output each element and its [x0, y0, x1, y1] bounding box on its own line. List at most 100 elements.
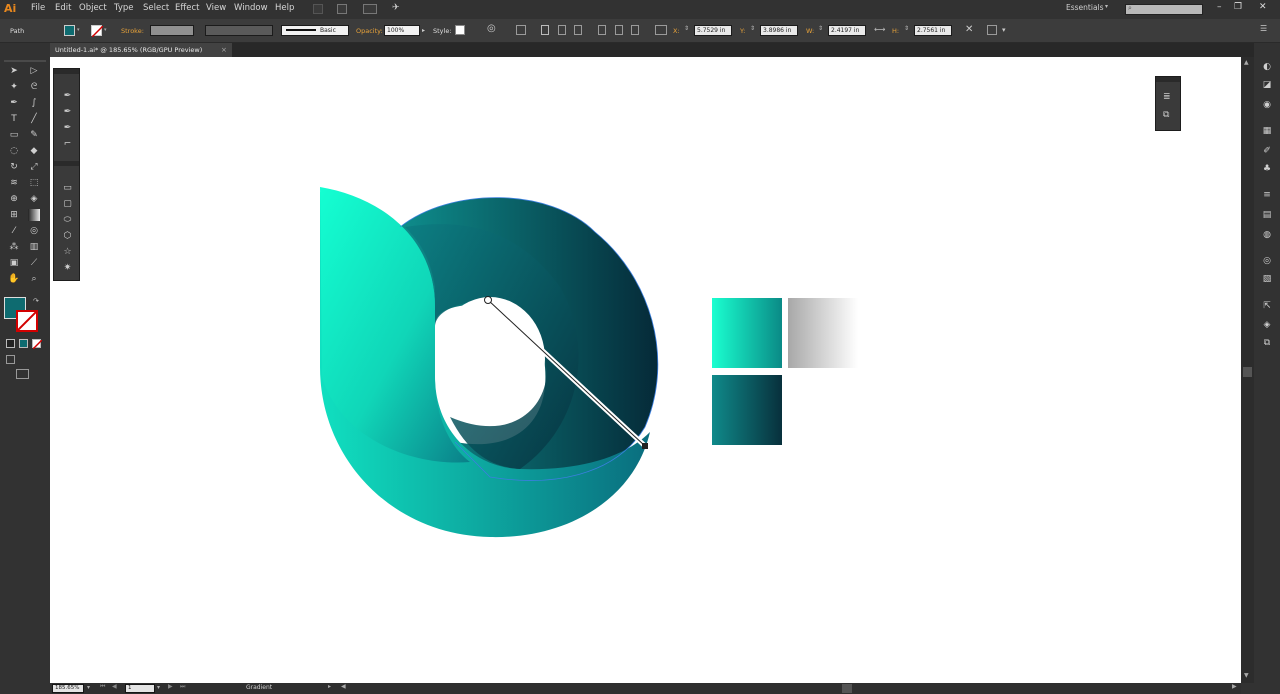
- magic-wand-icon[interactable]: ✦: [8, 81, 20, 93]
- stroke-color-swatch[interactable]: [16, 310, 38, 332]
- shaper-icon[interactable]: ◌: [8, 145, 20, 157]
- pen-icon[interactable]: ✒: [8, 97, 20, 109]
- workspace-switcher[interactable]: Essentials: [1066, 3, 1104, 12]
- stroke-swatch[interactable]: [91, 25, 103, 37]
- opacity-label[interactable]: Opacity:: [356, 27, 383, 35]
- slice-icon[interactable]: ⟋: [28, 257, 40, 269]
- none-mode-icon[interactable]: [32, 339, 42, 349]
- stock-icon[interactable]: [337, 4, 347, 14]
- libraries-icon[interactable]: ▦: [1261, 125, 1273, 137]
- paintbrush-icon[interactable]: ✎: [28, 129, 40, 141]
- menu-object[interactable]: Object: [79, 3, 107, 13]
- scroll-left-icon[interactable]: ◀: [341, 683, 346, 690]
- appearance-icon[interactable]: ◐: [1261, 61, 1273, 73]
- flyout-header[interactable]: [54, 161, 79, 166]
- zoom-icon[interactable]: ⌕: [28, 273, 40, 285]
- transform-icon[interactable]: ✕: [965, 24, 973, 35]
- x-label[interactable]: X:: [673, 27, 680, 35]
- transform-grid-icon[interactable]: [655, 25, 667, 35]
- align-right-icon[interactable]: [574, 25, 582, 35]
- gradient-mode-icon[interactable]: [19, 339, 28, 348]
- swap-fill-stroke-icon[interactable]: ↷: [33, 297, 39, 305]
- chevron-down-icon[interactable]: ▾: [104, 27, 107, 33]
- draw-mode-icon[interactable]: [6, 355, 15, 364]
- width-icon[interactable]: ≋: [8, 177, 20, 189]
- direct-selection-icon[interactable]: ▷: [28, 65, 40, 77]
- y-label[interactable]: Y:: [740, 27, 745, 35]
- minimize-button[interactable]: –: [1217, 2, 1222, 12]
- variable-width-profile[interactable]: [205, 25, 273, 36]
- chevron-down-icon[interactable]: ▾: [87, 684, 90, 691]
- artboard-canvas[interactable]: [50, 57, 1241, 683]
- shape-builder-icon[interactable]: ⊕: [8, 193, 20, 205]
- previous-artboard-icon[interactable]: ◀: [112, 683, 117, 690]
- h-stepper[interactable]: ⇕: [904, 25, 909, 32]
- gradient-origin-handle[interactable]: [484, 296, 492, 304]
- constrain-proportions-icon[interactable]: ⟷: [874, 25, 885, 34]
- swatch-cyan-gradient[interactable]: [712, 298, 782, 368]
- align-middle-icon[interactable]: [615, 25, 623, 35]
- color-icon[interactable]: ◎: [1261, 255, 1273, 267]
- search-input[interactable]: ⌕: [1125, 4, 1203, 15]
- horizontal-scroll-thumb[interactable]: [842, 684, 852, 693]
- chevron-down-icon[interactable]: ▾: [1105, 3, 1108, 10]
- rounded-rectangle-icon[interactable]: ▢: [62, 199, 73, 210]
- eraser-icon[interactable]: ◆: [28, 145, 40, 157]
- gradient-icon[interactable]: [28, 209, 40, 221]
- chevron-down-icon[interactable]: ▾: [1002, 26, 1006, 34]
- fill-swatch[interactable]: [64, 25, 75, 36]
- blend-icon[interactable]: ◎: [28, 225, 40, 237]
- graphic-style-swatch[interactable]: [455, 25, 465, 35]
- scale-icon[interactable]: ⤢: [28, 161, 40, 173]
- color-guide-icon[interactable]: ◉: [1261, 99, 1273, 111]
- perspective-icon[interactable]: ◈: [28, 193, 40, 205]
- layers-icon[interactable]: ◈: [1261, 319, 1273, 331]
- stroke-icon[interactable]: ≡: [1261, 189, 1273, 201]
- stroke-weight-field[interactable]: [150, 25, 194, 36]
- flare-icon[interactable]: ✷: [62, 263, 73, 274]
- selection-icon[interactable]: ➤: [8, 65, 20, 77]
- add-anchor-icon[interactable]: ✒: [62, 107, 73, 118]
- brushes-icon[interactable]: ✐: [1261, 145, 1273, 157]
- color-mode-icon[interactable]: [6, 339, 15, 348]
- bridge-icon[interactable]: [313, 4, 323, 14]
- gpu-performance-icon[interactable]: ✈: [392, 3, 400, 13]
- artboards-icon[interactable]: ⧉: [1261, 337, 1273, 349]
- ellipse-icon[interactable]: ⬭: [62, 215, 73, 226]
- curvature-icon[interactable]: ∫: [28, 97, 40, 109]
- zoom-field[interactable]: 185.65%: [52, 684, 84, 693]
- menu-effect[interactable]: Effect: [175, 3, 199, 13]
- h-field[interactable]: 2.7561 in: [914, 25, 952, 36]
- brush-definition[interactable]: Basic: [281, 25, 349, 36]
- align-bottom-icon[interactable]: [631, 25, 639, 35]
- menu-type[interactable]: Type: [114, 3, 134, 13]
- line-icon[interactable]: ╱: [28, 113, 40, 125]
- arrange-documents-icon[interactable]: [363, 4, 377, 14]
- artwork[interactable]: [50, 57, 1241, 683]
- recolor-artwork-icon[interactable]: ◎: [487, 23, 496, 34]
- chevron-down-icon[interactable]: ▾: [157, 684, 160, 691]
- gradient-panel-icon[interactable]: ▤: [1261, 209, 1273, 221]
- delete-anchor-icon[interactable]: ✒: [62, 123, 73, 134]
- menu-edit[interactable]: Edit: [55, 3, 71, 13]
- vertical-scroll-thumb[interactable]: [1243, 367, 1252, 377]
- document-tab[interactable]: Untitled-1.ai* @ 185.65% (RGB/GPU Previe…: [50, 43, 232, 57]
- artboard-icon[interactable]: ▣: [8, 257, 20, 269]
- anchor-point-icon[interactable]: ⌐: [62, 139, 73, 150]
- panel-menu-icon[interactable]: ☰: [1260, 24, 1267, 33]
- align-to-icon[interactable]: [516, 25, 526, 35]
- column-graph-icon[interactable]: ▥: [28, 241, 40, 253]
- menu-help[interactable]: Help: [275, 3, 294, 13]
- type-icon[interactable]: T: [8, 113, 20, 125]
- w-field[interactable]: 2.4197 in: [828, 25, 866, 36]
- y-stepper[interactable]: ⇕: [750, 25, 755, 32]
- flyout-header[interactable]: [54, 69, 79, 74]
- x-field[interactable]: 5.7529 in: [694, 25, 732, 36]
- swatch-gray-gradient[interactable]: [788, 298, 858, 368]
- stroke-label[interactable]: Stroke:: [121, 27, 144, 35]
- graphic-styles-icon[interactable]: ◪: [1261, 79, 1273, 91]
- eyedropper-icon[interactable]: ⁄: [8, 225, 20, 237]
- gradient-end-handle[interactable]: [642, 443, 648, 449]
- next-artboard-icon[interactable]: ▶: [168, 683, 173, 690]
- free-transform-icon[interactable]: ⬚: [28, 177, 40, 189]
